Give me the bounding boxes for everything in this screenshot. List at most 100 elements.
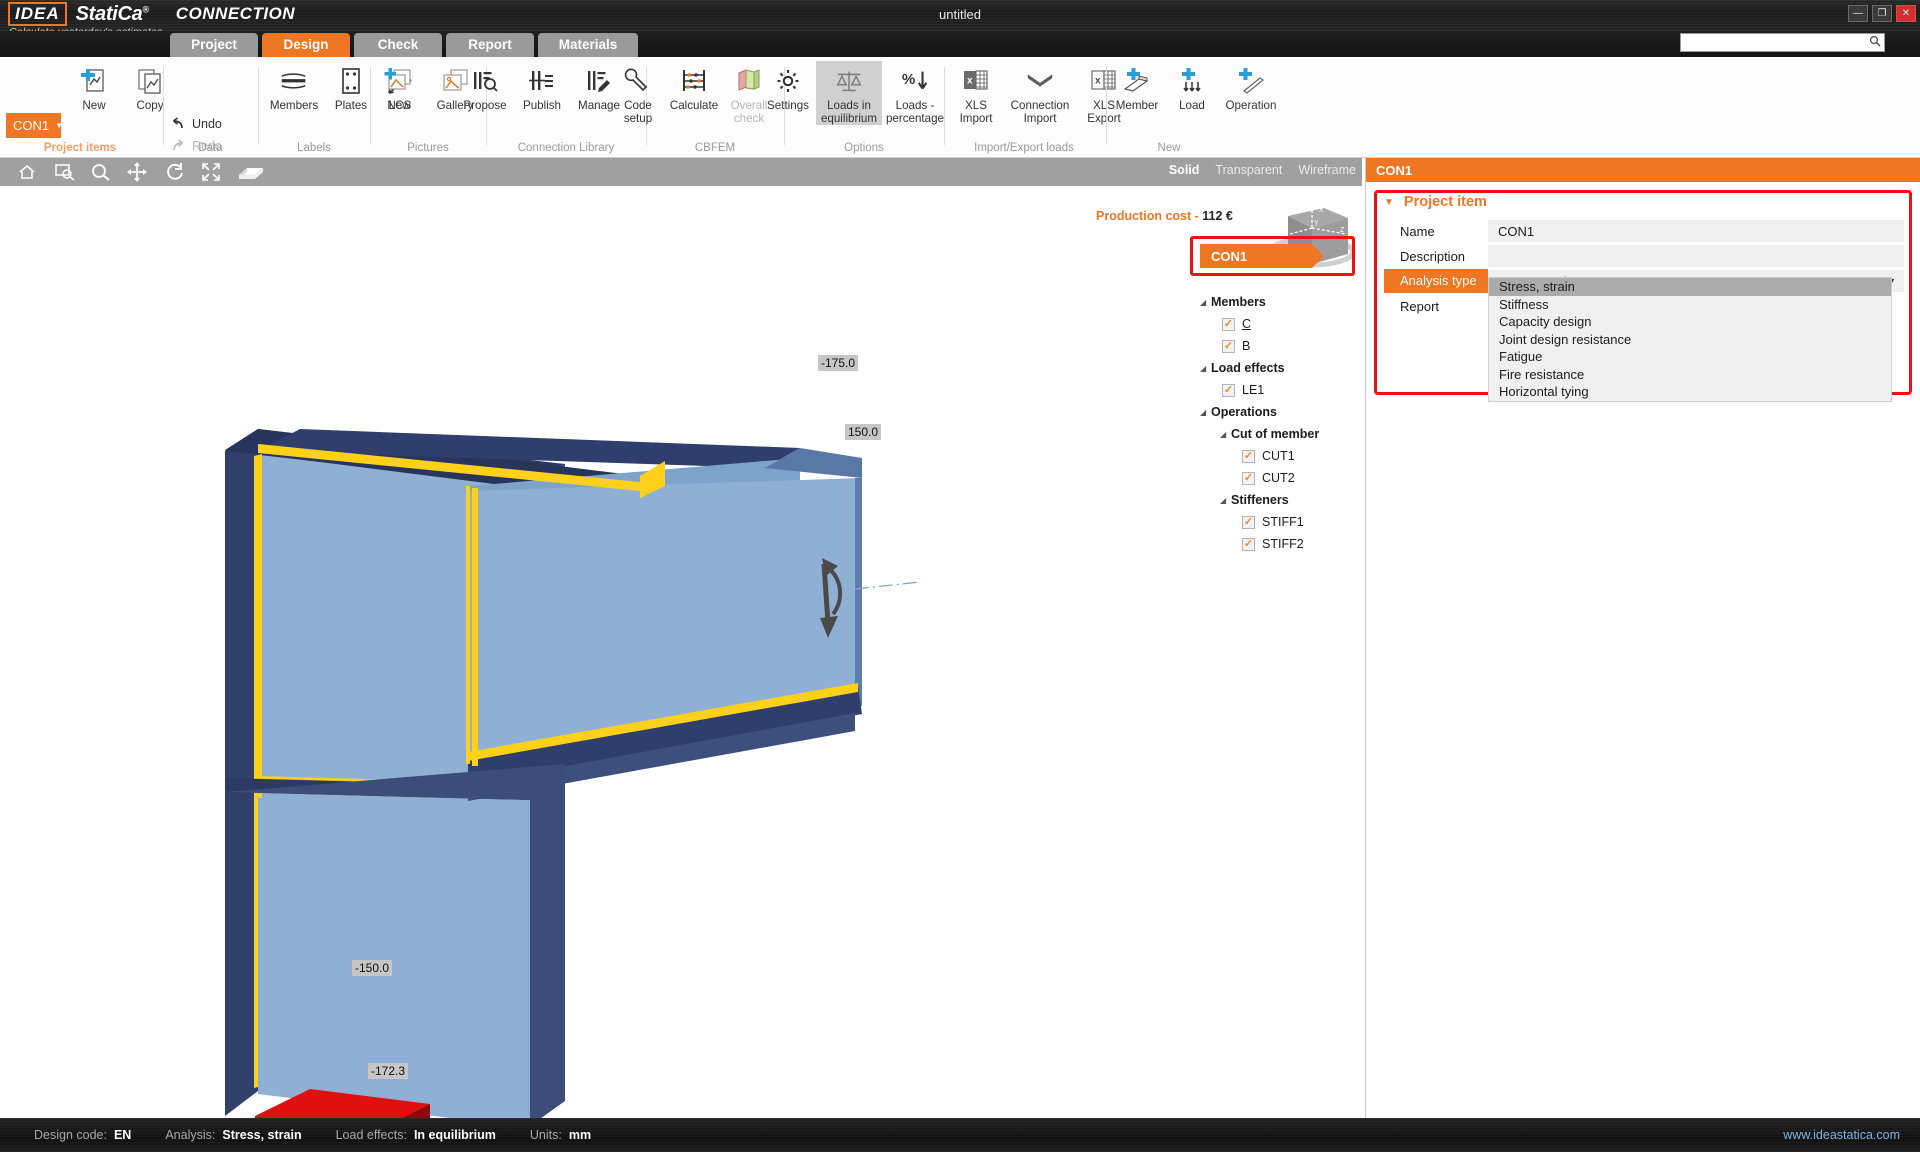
dropdown-option-fatigue[interactable]: Fatigue [1489,348,1891,366]
search-box[interactable] [1680,33,1885,52]
add-member-button[interactable]: Member [1108,61,1166,113]
add-load-label: Load [1179,99,1205,112]
settings-button[interactable]: Settings [760,61,816,113]
plates-icon [335,65,367,97]
tree-node-operations[interactable]: ◢ Operations [1200,401,1360,423]
new-picture-button[interactable]: New [372,61,426,113]
close-button[interactable]: ✕ [1896,5,1916,22]
add-member-icon [1121,65,1153,97]
status-bar: Design code: EN Analysis: Stress, strain… [0,1118,1920,1152]
checkbox-checked-icon[interactable]: ✓ [1222,339,1235,353]
tree-node-cut2[interactable]: ✓ CUT2 [1200,467,1360,489]
tree-node-stiff1[interactable]: ✓ STIFF1 [1200,511,1360,533]
checkbox-checked-icon[interactable]: ✓ [1222,383,1235,397]
tree-node-members[interactable]: ◢ Members [1200,291,1360,313]
steel-connection-model[interactable] [0,186,1362,1118]
model-label-force-150: 150.0 [845,424,882,440]
dropdown-option-stiffness[interactable]: Stiffness [1489,296,1891,314]
plates-labels-button[interactable]: Plates [326,61,376,113]
group-label-project-items: Project items [43,142,117,154]
tree-node-stiff2[interactable]: ✓ STIFF2 [1200,533,1360,555]
add-operation-button[interactable]: Operation [1218,61,1284,113]
view-mode-wireframe[interactable]: Wireframe [1298,163,1356,177]
tree-node-stiffeners[interactable]: ◢ Stiffeners [1200,489,1360,511]
calculate-button[interactable]: Calculate [666,61,722,113]
tree-selected-project-item[interactable]: CON1 [1200,244,1324,268]
tab-check[interactable]: Check [354,33,442,57]
dropdown-option-joint-design-resistance[interactable]: Joint design resistance [1489,331,1891,349]
group-label-new: New [1157,142,1181,154]
tree-node-member-c[interactable]: ✓ C [1200,313,1360,335]
view-mode-transparent[interactable]: Transparent [1215,163,1282,177]
tab-report[interactable]: Report [446,33,534,57]
expander-icon[interactable]: ◢ [1220,430,1231,439]
tab-materials[interactable]: Materials [538,33,638,57]
percent-arrow-icon: % [899,65,931,97]
group-label-pictures: Pictures [407,142,449,154]
loads-in-equilibrium-button[interactable]: Loads in equilibrium [816,61,882,125]
loads-percentage-button[interactable]: % Loads - percentage [882,61,948,125]
dropdown-option-fire-resistance[interactable]: Fire resistance [1489,366,1891,384]
checkbox-checked-icon[interactable]: ✓ [1242,537,1255,551]
tree-node-cut1[interactable]: ✓ CUT1 [1200,445,1360,467]
expander-icon[interactable]: ◢ [1200,364,1211,373]
description-field[interactable] [1488,245,1904,267]
expander-icon[interactable]: ◢ [1200,408,1211,417]
checkbox-checked-icon[interactable]: ✓ [1242,449,1255,463]
members-labels-button[interactable]: Members [262,61,326,113]
analysis-type-dropdown-list[interactable]: Stress, strain Stiffness Capacity design… [1488,277,1892,402]
search-input[interactable] [1683,35,1863,50]
tree-node-member-b[interactable]: ✓ B [1200,335,1360,357]
add-load-button[interactable]: Load [1166,61,1218,113]
rotate-icon[interactable] [164,162,186,182]
checkbox-checked-icon[interactable]: ✓ [1222,317,1235,331]
dropdown-option-stress-strain[interactable]: Stress, strain [1489,278,1891,296]
zoom-window-icon[interactable] [54,162,76,182]
property-section-title: Project item [1403,194,1487,210]
name-field[interactable]: CON1 [1488,220,1904,242]
new-project-item-button[interactable]: New [66,61,122,113]
code-setup-button[interactable]: Code setup [610,61,666,125]
add-load-icon [1176,65,1208,97]
expander-icon[interactable]: ◢ [1200,298,1211,307]
minimize-button[interactable]: — [1848,5,1868,22]
search-icon[interactable] [1869,35,1881,50]
svg-text:Y: Y [1314,220,1319,227]
tree-label: STIFF2 [1262,537,1304,551]
propose-button[interactable]: Propose [456,61,514,113]
checkbox-checked-icon[interactable]: ✓ [1242,515,1255,529]
copy-project-item-button[interactable]: Copy [122,61,178,113]
tree-node-cut-of-member[interactable]: ◢ Cut of member [1200,423,1360,445]
expander-icon[interactable]: ◢ [1220,496,1231,505]
xls-import-button[interactable]: x XLS Import [948,61,1004,125]
status-load-effects: Load effects: In equilibrium [336,1128,496,1142]
publish-button[interactable]: Publish [514,61,570,113]
zoom-icon[interactable] [90,162,112,182]
model-viewport[interactable]: Production cost - 112 € -175.0 150.0 -15… [0,186,1362,1118]
dropdown-option-horizontal-tying[interactable]: Horizontal tying [1489,383,1891,401]
home-icon[interactable] [16,162,38,182]
website-link[interactable]: www.ideastatica.com [1783,1128,1900,1142]
status-analysis-key: Analysis: [165,1128,216,1142]
fit-to-screen-icon[interactable] [200,162,222,182]
restore-button[interactable]: ❐ [1872,5,1892,22]
tab-project[interactable]: Project [170,33,258,57]
view-mode-solid[interactable]: Solid [1169,163,1200,177]
pan-icon[interactable] [126,162,148,182]
status-analysis-value: Stress, strain [222,1128,302,1142]
connection-import-button[interactable]: Connection Import [1004,61,1076,125]
checkbox-checked-icon[interactable]: ✓ [1242,471,1255,485]
chevron-down-icon[interactable]: ▼ [1384,197,1394,208]
tab-design[interactable]: Design [262,33,350,57]
ribbon-group-options: Settings Loads in equilibrium % Loads - … [760,61,948,141]
application-window: IDEA StatiCa® CONNECTION Calculate yeste… [0,0,1920,1152]
new-picture-label: New [387,99,411,112]
render-style-icon[interactable] [236,162,266,182]
ribbon-separator-1 [163,67,164,145]
property-section-header[interactable]: ▼ Project item [1384,194,1904,210]
tree-node-le1[interactable]: ✓ LE1 [1200,379,1360,401]
tree-node-load-effects[interactable]: ◢ Load effects [1200,357,1360,379]
dropdown-option-capacity-design[interactable]: Capacity design [1489,313,1891,331]
svg-text:%: % [902,71,915,88]
ribbon-project-item-selector[interactable]: CON1 ▼ [6,113,63,138]
